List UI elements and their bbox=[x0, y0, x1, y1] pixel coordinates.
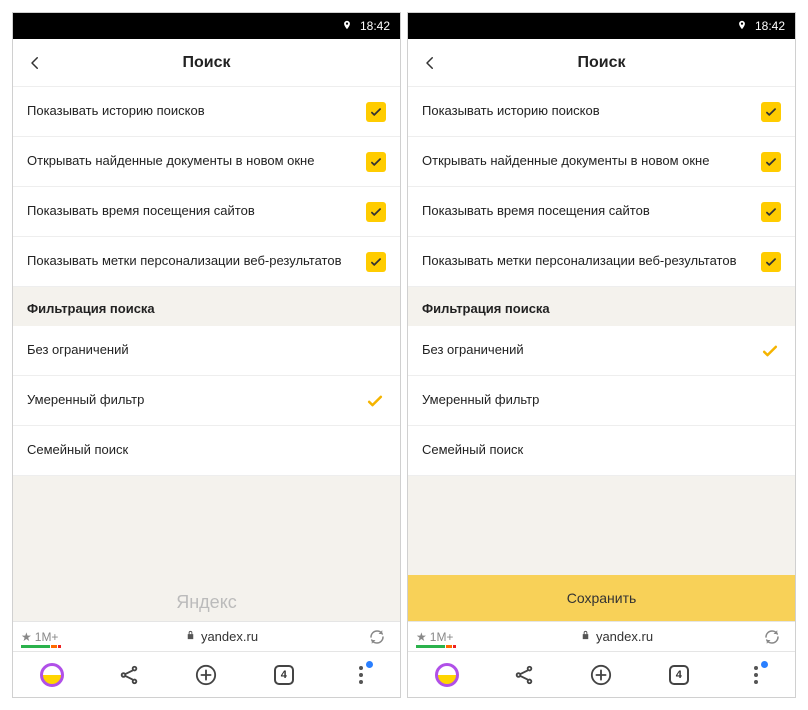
status-time: 18:42 bbox=[755, 19, 785, 33]
checkbox-icon[interactable] bbox=[366, 202, 386, 222]
back-button[interactable] bbox=[408, 54, 452, 72]
rating-bars bbox=[416, 645, 456, 648]
checkbox-icon[interactable] bbox=[761, 102, 781, 122]
tab-count: 4 bbox=[669, 665, 689, 685]
lock-icon bbox=[580, 629, 591, 644]
checkbox-icon[interactable] bbox=[761, 152, 781, 172]
address-bar[interactable]: ★1M+ yandex.ru bbox=[13, 621, 400, 651]
phone-screen: 18:42 Поиск Показывать историю поисков Откр… bbox=[407, 12, 796, 698]
page-title: Поиск bbox=[57, 54, 356, 72]
bottom-nav: 4 bbox=[13, 651, 400, 697]
site-rating: ★1M+ bbox=[21, 630, 81, 644]
yandex-logo: Яндекс bbox=[13, 592, 400, 613]
new-tab-button[interactable] bbox=[579, 653, 623, 697]
domain-text: yandex.ru bbox=[201, 629, 258, 644]
share-button[interactable] bbox=[107, 653, 151, 697]
home-button[interactable] bbox=[425, 653, 469, 697]
reload-button[interactable] bbox=[362, 628, 392, 646]
url-display[interactable]: yandex.ru bbox=[81, 629, 362, 644]
setting-row[interactable]: Показывать метки персонализации веб-резу… bbox=[408, 237, 795, 287]
checkbox-icon[interactable] bbox=[761, 202, 781, 222]
filter-row[interactable]: Семейный поиск bbox=[408, 426, 795, 476]
content: Показывать историю поисков Открывать найд… bbox=[408, 87, 795, 621]
setting-row[interactable]: Показывать время посещения сайтов bbox=[13, 187, 400, 237]
share-button[interactable] bbox=[502, 653, 546, 697]
spacer: Яндекс bbox=[13, 476, 400, 621]
new-tab-button[interactable] bbox=[184, 653, 228, 697]
back-button[interactable] bbox=[13, 54, 57, 72]
setting-label: Показывать историю поисков bbox=[27, 103, 366, 120]
setting-row[interactable]: Показывать историю поисков bbox=[13, 87, 400, 137]
location-icon bbox=[342, 18, 352, 35]
filter-row[interactable]: Без ограничений bbox=[13, 326, 400, 376]
filter-label: Без ограничений bbox=[27, 342, 364, 359]
filter-row[interactable]: Умеренный фильтр bbox=[408, 376, 795, 426]
filter-label: Умеренный фильтр bbox=[422, 392, 759, 409]
menu-button[interactable] bbox=[734, 653, 778, 697]
filter-label: Семейный поиск bbox=[27, 442, 364, 459]
dots-icon bbox=[754, 666, 758, 684]
spacer bbox=[408, 476, 795, 575]
filter-section-header: Фильтрация поиска bbox=[408, 287, 795, 326]
status-bar: 18:42 bbox=[13, 13, 400, 39]
page-header: Поиск bbox=[408, 39, 795, 87]
star-icon: ★ bbox=[416, 630, 427, 644]
reload-button[interactable] bbox=[757, 628, 787, 646]
yandex-pill-icon bbox=[435, 663, 459, 687]
tab-count: 4 bbox=[274, 665, 294, 685]
filter-section-header: Фильтрация поиска bbox=[13, 287, 400, 326]
setting-label: Открывать найденные документы в новом ок… bbox=[422, 153, 761, 170]
setting-row[interactable]: Открывать найденные документы в новом ок… bbox=[408, 137, 795, 187]
setting-label: Показывать историю поисков bbox=[422, 103, 761, 120]
setting-row[interactable]: Показывать метки персонализации веб-резу… bbox=[13, 237, 400, 287]
filter-row[interactable]: Без ограничений bbox=[408, 326, 795, 376]
selected-check-icon bbox=[759, 341, 781, 361]
setting-label: Показывать время посещения сайтов bbox=[27, 203, 366, 220]
setting-label: Показывать метки персонализации веб-резу… bbox=[422, 253, 761, 270]
filter-row[interactable]: Умеренный фильтр bbox=[13, 376, 400, 426]
rating-bars bbox=[21, 645, 61, 648]
status-bar: 18:42 bbox=[408, 13, 795, 39]
status-time: 18:42 bbox=[360, 19, 390, 33]
setting-row[interactable]: Показывать историю поисков bbox=[408, 87, 795, 137]
menu-button[interactable] bbox=[339, 653, 383, 697]
page-title: Поиск bbox=[452, 54, 751, 72]
save-button[interactable]: Сохранить bbox=[408, 575, 795, 621]
checkbox-icon[interactable] bbox=[366, 252, 386, 272]
location-icon bbox=[737, 18, 747, 35]
checkbox-icon[interactable] bbox=[366, 102, 386, 122]
star-icon: ★ bbox=[21, 630, 32, 644]
home-button[interactable] bbox=[30, 653, 74, 697]
checkbox-icon[interactable] bbox=[761, 252, 781, 272]
phone-screen: 18:42 Поиск Показывать историю поисков Откр… bbox=[12, 12, 401, 698]
setting-label: Показывать метки персонализации веб-резу… bbox=[27, 253, 366, 270]
site-rating: ★1M+ bbox=[416, 630, 476, 644]
filter-label: Умеренный фильтр bbox=[27, 392, 364, 409]
page-header: Поиск bbox=[13, 39, 400, 87]
checkbox-icon[interactable] bbox=[366, 152, 386, 172]
url-display[interactable]: yandex.ru bbox=[476, 629, 757, 644]
bottom-nav: 4 bbox=[408, 651, 795, 697]
rating-count: 1M+ bbox=[430, 630, 454, 644]
content: Показывать историю поисков Открывать найд… bbox=[13, 87, 400, 621]
setting-row[interactable]: Показывать время посещения сайтов bbox=[408, 187, 795, 237]
yandex-pill-icon bbox=[40, 663, 64, 687]
rating-count: 1M+ bbox=[35, 630, 59, 644]
setting-row[interactable]: Открывать найденные документы в новом ок… bbox=[13, 137, 400, 187]
lock-icon bbox=[185, 629, 196, 644]
setting-label: Открывать найденные документы в новом ок… bbox=[27, 153, 366, 170]
setting-label: Показывать время посещения сайтов bbox=[422, 203, 761, 220]
filter-label: Без ограничений bbox=[422, 342, 759, 359]
filter-row[interactable]: Семейный поиск bbox=[13, 426, 400, 476]
selected-check-icon bbox=[364, 391, 386, 411]
domain-text: yandex.ru bbox=[596, 629, 653, 644]
tabs-button[interactable]: 4 bbox=[262, 653, 306, 697]
address-bar[interactable]: ★1M+ yandex.ru bbox=[408, 621, 795, 651]
dots-icon bbox=[359, 666, 363, 684]
tabs-button[interactable]: 4 bbox=[657, 653, 701, 697]
filter-label: Семейный поиск bbox=[422, 442, 759, 459]
